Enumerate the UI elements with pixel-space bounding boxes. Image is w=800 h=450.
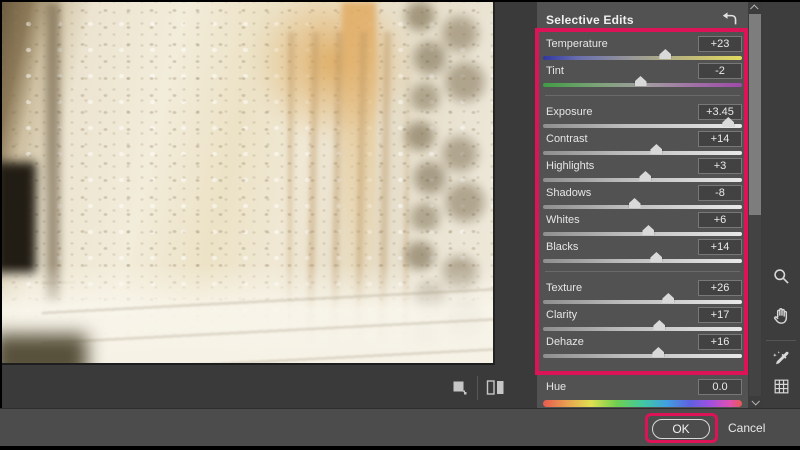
- slider-label: Clarity: [546, 309, 577, 321]
- slider-value-field[interactable]: 0.0: [698, 379, 742, 395]
- slider-label: Texture: [546, 282, 582, 294]
- tool-divider: [766, 340, 796, 341]
- slider-value-field[interactable]: +14: [698, 239, 742, 255]
- slider-value-field[interactable]: +3: [698, 158, 742, 174]
- slider-value-field[interactable]: +16: [698, 334, 742, 350]
- slider-label: Contrast: [546, 133, 588, 145]
- blacks-track[interactable]: [543, 259, 742, 263]
- dialog-action-bar: OK Cancel: [0, 408, 800, 446]
- scrollbar-thumb[interactable]: [749, 14, 761, 215]
- group-divider: [545, 95, 740, 96]
- hand-icon[interactable]: [769, 304, 793, 328]
- preview-region: [2, 2, 537, 408]
- slider-label: Hue: [546, 381, 566, 393]
- toolbar-divider: [477, 376, 478, 400]
- contrast-track[interactable]: [543, 151, 742, 155]
- slider-whites: Whites +6: [543, 211, 742, 238]
- slider-label: Highlights: [546, 160, 594, 172]
- slider-texture: Texture +26: [543, 279, 742, 306]
- undo-icon[interactable]: [719, 11, 739, 29]
- bottom-left-shadow: [2, 334, 87, 365]
- tool-column: [762, 2, 800, 408]
- panel-header: Selective Edits: [543, 2, 742, 35]
- whites-track[interactable]: [543, 232, 742, 236]
- step-lines: [42, 282, 495, 365]
- tint-track[interactable]: [543, 83, 742, 87]
- slider-dehaze: Dehaze +16: [543, 333, 742, 360]
- shadows-track[interactable]: [543, 205, 742, 209]
- dehaze-track[interactable]: [543, 354, 742, 358]
- spacer: [543, 360, 742, 378]
- scrollbar-track[interactable]: [749, 14, 761, 396]
- chevron-down-icon[interactable]: [748, 396, 762, 408]
- ok-button[interactable]: OK: [652, 419, 710, 439]
- panel-title: Selective Edits: [546, 13, 634, 27]
- slider-hue: Hue 0.0: [543, 378, 742, 405]
- slider-label: Whites: [546, 214, 580, 226]
- image-preview[interactable]: [2, 2, 495, 365]
- magnifier-icon[interactable]: [769, 264, 793, 288]
- slider-label: Exposure: [546, 106, 592, 118]
- slider-temperature: Temperature +23: [543, 35, 742, 62]
- preview-mode-icon[interactable]: [446, 375, 472, 401]
- slider-value-field[interactable]: +14: [698, 131, 742, 147]
- camera-raw-dialog: Selective Edits Temperature +23 Tint: [0, 0, 800, 450]
- slider-label: Temperature: [546, 38, 608, 50]
- slider-highlights: Highlights +3: [543, 157, 742, 184]
- cancel-button[interactable]: Cancel: [728, 421, 765, 435]
- rock-crevice: [46, 2, 60, 302]
- slider-label: Blacks: [546, 241, 578, 253]
- slider-value-field[interactable]: -8: [698, 185, 742, 201]
- slider-value-field[interactable]: -2: [698, 63, 742, 79]
- preview-toolbar: [2, 367, 537, 408]
- slider-list: Temperature +23 Tint -2 Exposure +3.45: [543, 35, 742, 405]
- slider-shadows: Shadows -8: [543, 184, 742, 211]
- slider-value-field[interactable]: +6: [698, 212, 742, 228]
- selective-edits-panel: Selective Edits Temperature +23 Tint: [537, 2, 748, 408]
- panel-scrollbar: [748, 2, 762, 408]
- slider-tint: Tint -2: [543, 62, 742, 89]
- before-after-icon[interactable]: [483, 375, 509, 401]
- dark-doorway: [2, 162, 36, 274]
- slider-label: Shadows: [546, 187, 591, 199]
- temperature-track[interactable]: [543, 56, 742, 60]
- slider-label: Tint: [546, 65, 564, 77]
- slider-value-field[interactable]: +23: [698, 36, 742, 52]
- slider-clarity: Clarity +17: [543, 306, 742, 333]
- slider-contrast: Contrast +14: [543, 130, 742, 157]
- slider-label: Dehaze: [546, 336, 584, 348]
- slider-exposure: Exposure +3.45: [543, 103, 742, 130]
- slider-value-field[interactable]: +26: [698, 280, 742, 296]
- highlights-track[interactable]: [543, 178, 742, 182]
- exposure-track[interactable]: [543, 124, 742, 128]
- clarity-track[interactable]: [543, 327, 742, 331]
- eyedropper-icon[interactable]: [769, 348, 793, 372]
- slider-value-field[interactable]: +3.45: [698, 104, 742, 120]
- hue-track[interactable]: [543, 400, 742, 407]
- slider-blacks: Blacks +14: [543, 238, 742, 265]
- grid-icon[interactable]: [769, 374, 793, 398]
- texture-track[interactable]: [543, 300, 742, 304]
- group-divider: [545, 271, 740, 272]
- chevron-up-icon[interactable]: [748, 2, 762, 14]
- slider-value-field[interactable]: +17: [698, 307, 742, 323]
